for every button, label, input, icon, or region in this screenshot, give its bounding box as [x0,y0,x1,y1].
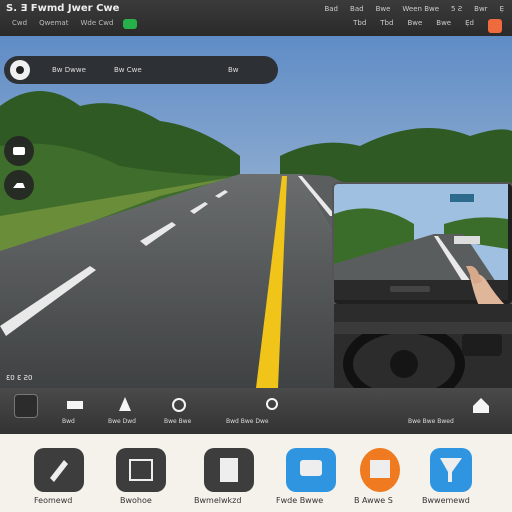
top-menu-item-4[interactable]: Ween Bwe [402,5,439,13]
tab-2[interactable]: Qwemat [37,19,70,29]
app-tile-2[interactable] [116,448,166,492]
tool-label-3: Bwe Bwe [164,418,192,425]
tab-3[interactable]: Wde Cwd [78,19,115,29]
app-label-4: Fwde Bwwe [276,496,324,505]
tool-label-4: Bwd Bwe Dwe [226,418,269,425]
top-menu-item-2[interactable]: Bad [350,5,364,13]
top-sub-item-1[interactable]: Tbd [353,19,366,33]
route-icon [13,183,25,188]
app-label-3: Bwmelwkzd [194,496,242,505]
app-label-5: B Awwe S [354,496,393,505]
document-icon [220,458,238,482]
truck-icon [67,401,83,409]
top-menu-item-5[interactable]: 5 Ƨ [451,5,462,13]
coordinate-readout: Ɛ0 Ɛ Ƨ0 [6,374,33,382]
steering-dashboard [334,304,512,390]
top-right-submenu: Tbd Tbd Bwe Bwe Ẹd [353,19,502,33]
tool-label-2: Bwe Dwd [108,418,136,425]
people-icon [172,398,186,412]
sub-tabs: Cwd Qwemat Wde Cwd [10,19,138,29]
tab-1[interactable]: Cwd [10,19,29,29]
map-toggle-button[interactable] [4,136,34,166]
app-label-6: Bwwemewd [422,496,470,505]
calendar-icon [370,460,390,478]
tool-button-1[interactable] [14,394,38,418]
top-menu-item-7[interactable]: Ẹ [500,5,504,13]
top-status-bar: S. Ǝ Fwmd Jwer Cwe Cwd Qwemat Wde Cwd Ba… [0,0,512,36]
top-menu-item-6[interactable]: Bwr [474,5,487,13]
tool-label-5: Bwe Bwe Bwed [408,418,454,425]
home-icon [473,398,489,413]
tool-button-6[interactable] [470,394,492,416]
top-sub-item-3[interactable]: Bwe [407,19,422,33]
app-dock: Feomewd Bwohoe Bwmelwkzd Fwde Bwwe B Aww… [0,434,512,512]
top-sub-item-2[interactable]: Tbd [380,19,393,33]
top-menu-item-1[interactable]: Bad [324,5,338,13]
route-button[interactable] [4,170,34,200]
tools-icon [50,460,68,482]
top-menu-item-3[interactable]: Bwe [376,5,391,13]
map-icon [13,147,25,155]
top-sub-item-4[interactable]: Bwe [436,19,451,33]
app-tile-5[interactable] [360,448,400,492]
person-icon [119,397,131,411]
app-tile-1[interactable] [34,448,84,492]
app-screen: S. Ǝ Fwmd Jwer Cwe Cwd Qwemat Wde Cwd Ba… [0,0,512,512]
dashboard-icon [129,459,153,481]
app-tile-4[interactable] [286,448,336,492]
search-icon [266,398,278,410]
flag-icon [440,458,462,482]
status-ok-icon [123,19,138,29]
app-tile-6[interactable] [430,448,472,492]
app-label-1: Feomewd [34,496,73,505]
chat-icon [300,460,322,476]
app-label-2: Bwohoe [120,496,152,505]
search-label-3: Bw [228,66,239,74]
tool-button-2[interactable] [64,394,86,416]
bottom-toolbar: Ɛ0 Ɛ Ƨ0 Bwd Bwe Dwd Bwe Bwe Bwd Bwe Dwe … [0,374,512,434]
search-label-1: Bw Dwwe [52,66,86,74]
record-button[interactable] [488,19,502,33]
top-sub-item-5[interactable]: Ẹd [465,19,474,33]
tool-label-1: Bwd [62,418,75,425]
app-tile-3[interactable] [204,448,254,492]
search-bar[interactable]: Bw Dwwe Bw Cwe Bw [4,56,278,84]
app-title: S. Ǝ Fwmd Jwer Cwe [6,3,120,14]
search-label-2: Bw Cwe [114,66,142,74]
tool-button-5[interactable] [262,394,284,416]
camera-icon[interactable] [10,60,30,80]
tool-button-4[interactable] [168,394,190,416]
top-right-menu: Bad Bad Bwe Ween Bwe 5 Ƨ Bwr Ẹ [324,5,504,13]
tool-button-3[interactable] [114,394,136,416]
